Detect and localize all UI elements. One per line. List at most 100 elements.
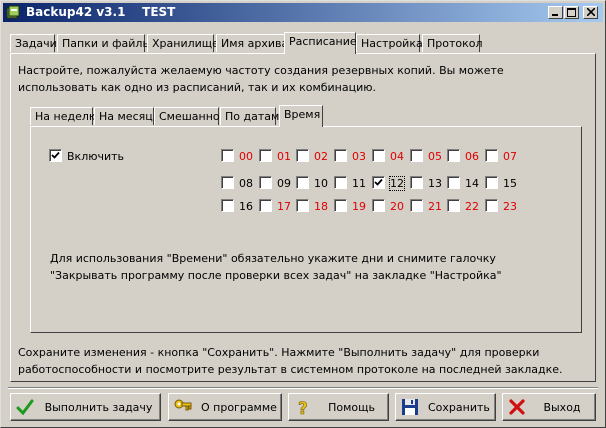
key-icon (174, 399, 192, 411)
footer-hint: Сохраните изменения - кнопка "Сохранить"… (18, 344, 588, 378)
tab-weekly-label: На неделю (35, 110, 99, 123)
hour-checkbox-16[interactable] (221, 199, 234, 212)
save-button[interactable]: Сохранить (395, 393, 496, 421)
hour-checkbox-13[interactable] (410, 176, 423, 189)
hour-checkbox-22[interactable] (447, 199, 460, 212)
hour-checkbox-10[interactable] (296, 176, 309, 189)
hour-checkbox-17[interactable] (259, 199, 272, 212)
tab-mixed-label: Смешанное (159, 110, 227, 123)
tab-monthly[interactable]: На месяц (94, 107, 154, 125)
time-note-line1: Для использования "Времени" обязательно … (50, 252, 496, 265)
hour-label-21: 21 (428, 200, 442, 213)
hour-checkbox-06[interactable] (447, 149, 460, 162)
hour-checkbox-04[interactable] (372, 149, 385, 162)
hour-checkbox-23[interactable] (485, 199, 498, 212)
exit-button[interactable]: Выход (502, 393, 596, 421)
hour-label-15: 15 (503, 177, 517, 190)
tab-tasks-label: Задачи (15, 37, 57, 50)
hour-checkbox-05[interactable] (410, 149, 423, 162)
hour-checkbox-02[interactable] (296, 149, 309, 162)
help-label: Помощь (328, 401, 375, 414)
tab-storage[interactable]: Хранилище (147, 34, 219, 52)
tab-tasks[interactable]: Задачи (10, 34, 57, 52)
hour-checkbox-09[interactable] (259, 176, 272, 189)
hour-checkbox-18[interactable] (296, 199, 309, 212)
schedule-intro: Настройте, пожалуйста желаемую частоту с… (18, 62, 578, 96)
checkmark-icon (51, 151, 60, 159)
hour-label-22: 22 (465, 200, 479, 213)
hour-label-10: 10 (314, 177, 328, 190)
window-title: Backup42 v3.1 TEST (26, 5, 176, 19)
footer-hint-line2: работоспособности и посмотрите результат… (18, 363, 563, 376)
hour-label-08: 08 (239, 177, 253, 190)
tab-monthly-label: На месяц (99, 110, 153, 123)
hour-label-20: 20 (390, 200, 404, 213)
tab-weekly[interactable]: На неделю (30, 107, 98, 125)
tab-folders-files-label: Папки и файлы (62, 37, 152, 50)
hour-label-01: 01 (277, 150, 291, 163)
save-label: Сохранить (428, 401, 490, 414)
tab-by-dates-label: По датам (225, 110, 280, 123)
tab-log[interactable]: Протокол (422, 34, 483, 52)
separator (8, 387, 598, 389)
hour-checkbox-15[interactable] (485, 176, 498, 189)
about-label: О программе (201, 401, 277, 414)
hour-label-02: 02 (314, 150, 328, 163)
run-task-button[interactable]: Выполнить задачу (10, 393, 161, 421)
tab-by-dates[interactable]: По датам (220, 107, 280, 125)
minimize-button[interactable] (548, 6, 563, 19)
question-icon: ? (298, 399, 308, 416)
floppy-icon (402, 399, 418, 415)
help-button[interactable]: ? Помощь (288, 393, 389, 421)
tab-archive-name-label: Имя архива (221, 37, 289, 50)
hour-checkbox-21[interactable] (410, 199, 423, 212)
tab-schedule-label: Расписание (289, 35, 357, 48)
enable-checkbox[interactable] (49, 149, 62, 162)
tab-settings[interactable]: Настройка (356, 34, 423, 52)
app-window: Backup42 v3.1 TEST Задачи Папки и файлы … (0, 0, 606, 428)
hour-label-16: 16 (239, 200, 253, 213)
tab-time-label: Время (284, 108, 321, 121)
schedule-intro-line1: Настройте, пожалуйста желаемую частоту с… (18, 64, 504, 77)
hour-checkbox-00[interactable] (221, 149, 234, 162)
footer-hint-line1: Сохраните изменения - кнопка "Сохранить"… (18, 346, 540, 359)
hour-label-14: 14 (465, 177, 479, 190)
tab-time[interactable]: Время (279, 105, 323, 127)
tab-archive-name[interactable]: Имя архива (216, 34, 289, 52)
hour-label-03: 03 (352, 150, 366, 163)
hour-label-19: 19 (352, 200, 366, 213)
hour-label-07: 07 (503, 150, 517, 163)
checkmark-icon (374, 178, 383, 186)
tab-settings-label: Настройка (361, 37, 423, 50)
hour-checkbox-08[interactable] (221, 176, 234, 189)
title-bar[interactable]: Backup42 v3.1 TEST (3, 3, 603, 22)
hour-label-05: 05 (428, 150, 442, 163)
hour-label-04: 04 (390, 150, 404, 163)
hour-checkbox-11[interactable] (334, 176, 347, 189)
hour-label-12: 12 (389, 176, 405, 191)
tab-schedule[interactable]: Расписание (284, 32, 357, 54)
hour-checkbox-20[interactable] (372, 199, 385, 212)
tab-folders-files[interactable]: Папки и файлы (57, 34, 151, 52)
about-button[interactable]: О программе (168, 393, 282, 421)
maximize-button[interactable] (564, 6, 579, 19)
hour-checkbox-14[interactable] (447, 176, 460, 189)
tab-storage-label: Хранилище (152, 37, 219, 50)
close-button[interactable] (583, 6, 598, 19)
hour-checkbox-03[interactable] (334, 149, 347, 162)
app-icon (6, 5, 20, 19)
hour-checkbox-12[interactable] (372, 176, 385, 189)
hour-label-06: 06 (465, 150, 479, 163)
hour-label-23: 23 (503, 200, 517, 213)
exit-label: Выход (543, 401, 581, 414)
hour-checkbox-01[interactable] (259, 149, 272, 162)
svg-text:?: ? (298, 399, 308, 416)
hour-label-11: 11 (352, 177, 366, 190)
tab-mixed[interactable]: Смешанное (154, 107, 226, 125)
maximize-icon (567, 8, 576, 17)
hour-label-18: 18 (314, 200, 328, 213)
hour-checkbox-07[interactable] (485, 149, 498, 162)
hour-checkbox-19[interactable] (334, 199, 347, 212)
enable-label: Включить (67, 150, 125, 163)
tab-log-label: Протокол (427, 37, 483, 50)
